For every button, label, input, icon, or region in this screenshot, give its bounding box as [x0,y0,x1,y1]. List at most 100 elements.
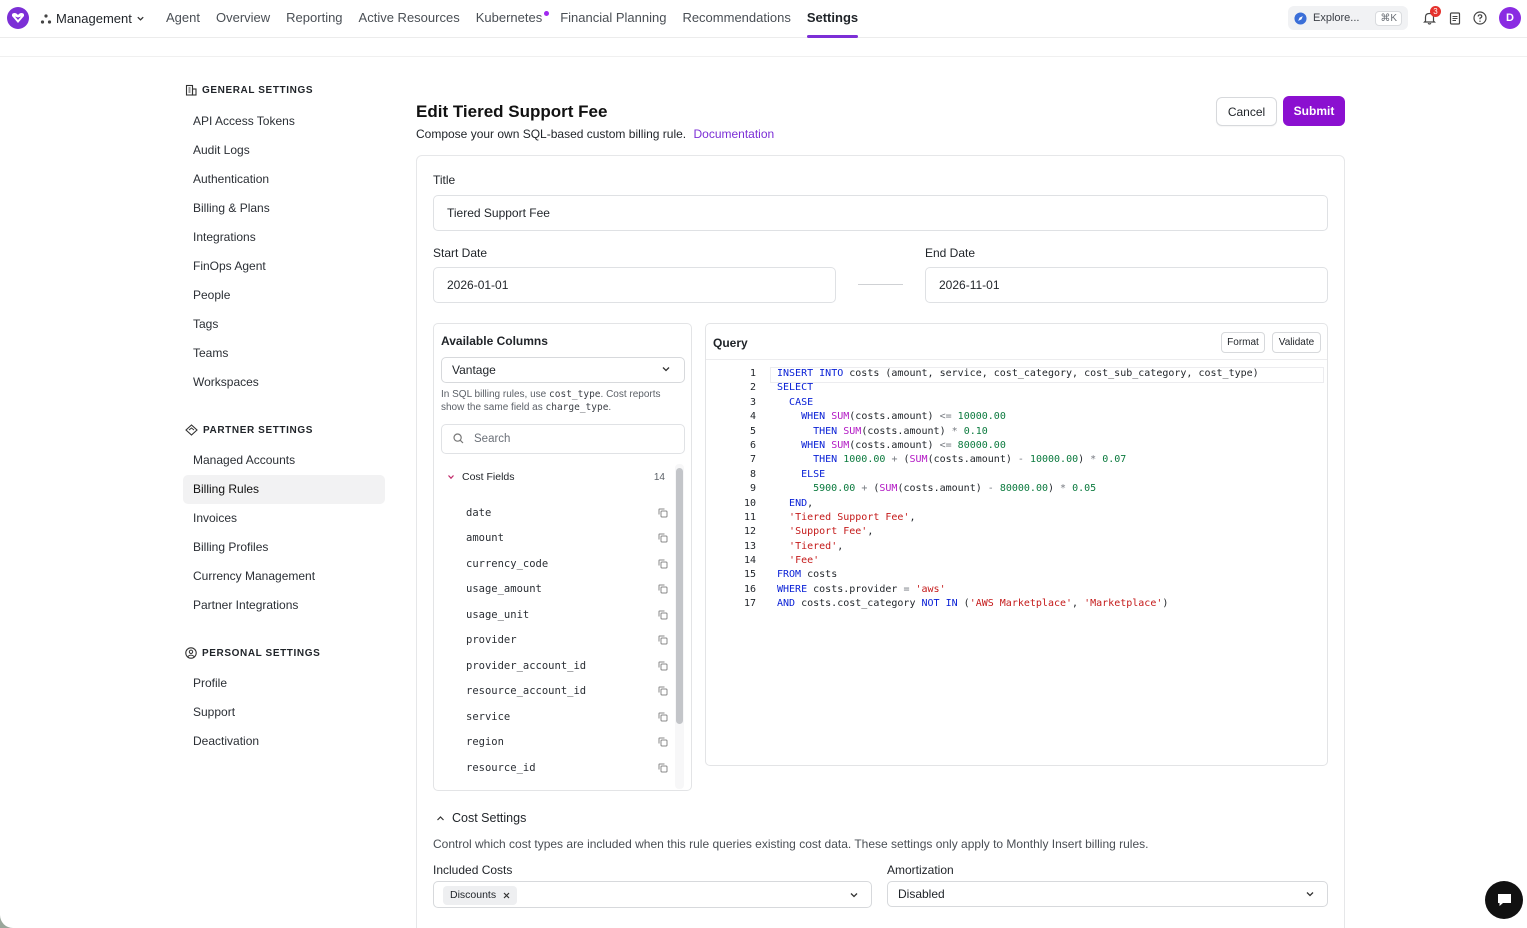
code-line[interactable]: 14 'Fee' [706,554,1327,568]
validate-button[interactable]: Validate [1272,332,1321,353]
sidebar-item-authentication[interactable]: Authentication [183,165,385,194]
sidebar-item-deactivation[interactable]: Deactivation [183,727,385,756]
nav-financial-planning[interactable]: Financial Planning [552,0,674,38]
nav-settings[interactable]: Settings [799,0,866,38]
sidebar-item-support[interactable]: Support [183,698,385,727]
sidebar-item-finops-agent[interactable]: FinOps Agent [183,252,385,281]
line-number: 17 [743,598,756,610]
column-field-item[interactable]: amount [466,526,668,552]
line-number: 7 [749,454,756,466]
code-line[interactable]: 3 CASE [706,396,1327,410]
column-field-item[interactable]: service [466,704,668,730]
code-line[interactable]: 6 WHEN SUM(costs.amount) <= 80000.00 [706,439,1327,453]
line-number: 1 [749,368,756,379]
code-line[interactable]: 17 AND costs.cost_category NOT IN ('AWS M… [706,597,1327,611]
fields-scrollbar[interactable] [676,468,683,724]
copy-icon[interactable] [658,584,668,594]
code-line[interactable]: 15 FROM costs [706,568,1327,582]
copy-icon[interactable] [658,737,668,747]
column-field-item[interactable]: resource_id [466,755,668,781]
remove-chip-icon[interactable] [503,892,510,899]
sidebar-item-managed-accounts[interactable]: Managed Accounts [183,446,385,475]
column-field-item[interactable]: usage_unit [466,602,668,628]
start-date-input[interactable]: 2026-01-01 [433,267,836,303]
column-field-item[interactable]: resource_account_id [466,679,668,705]
copy-icon[interactable] [658,508,668,518]
line-number: 5 [749,425,756,437]
code-line[interactable]: 2 SELECT [706,381,1327,395]
cost-fields-group[interactable]: Cost Fields 14 [447,471,665,483]
copy-icon[interactable] [658,763,668,773]
cancel-button[interactable]: Cancel [1216,97,1277,126]
code-line[interactable]: 4 WHEN SUM(costs.amount) <= 10000.00 [706,410,1327,424]
help-icon[interactable] [1472,10,1488,26]
personal-settings-heading: PERSONAL SETTINGS [185,643,385,663]
documentation-link[interactable]: Documentation [693,127,774,141]
column-field-item[interactable]: region [466,730,668,756]
format-button[interactable]: Format [1221,332,1265,353]
title-input[interactable]: Tiered Support Fee [433,195,1328,231]
column-field-item[interactable]: currency_code [466,551,668,577]
sidebar-item-partner-integrations[interactable]: Partner Integrations [183,591,385,620]
included-costs-select[interactable]: Discounts [433,881,872,908]
sidebar-item-tags[interactable]: Tags [183,310,385,339]
column-field-item[interactable]: provider_account_id [466,653,668,679]
top-navigation: Management Agent Overview Reporting Acti… [0,0,1527,38]
sidebar-item-audit-logs[interactable]: Audit Logs [183,136,385,165]
copy-icon[interactable] [658,635,668,645]
column-field-item[interactable]: date [466,500,668,526]
column-field-name: provider_account_id [466,659,587,672]
sidebar-item-billing-rules[interactable]: Billing Rules [183,475,385,504]
copy-icon[interactable] [658,559,668,569]
column-source-value: Vantage [452,363,496,377]
cost-settings-toggle[interactable]: Cost Settings [436,811,526,825]
code-line[interactable]: 9 5900.00 + (SUM(costs.amount) - 80000.0… [706,482,1327,496]
sidebar-item-teams[interactable]: Teams [183,339,385,368]
copy-icon[interactable] [658,661,668,671]
submit-button[interactable]: Submit [1283,96,1345,126]
code-line[interactable]: 10 END, [706,497,1327,511]
docs-icon[interactable] [1447,10,1463,26]
code-line[interactable]: 11 'Tiered Support Fee', [706,511,1327,525]
code-line[interactable]: 16 WHERE costs.provider = 'aws' [706,583,1327,597]
nav-recommendations[interactable]: Recommendations [674,0,798,38]
column-field-item[interactable]: usage_amount [466,577,668,603]
copy-icon[interactable] [658,712,668,722]
nav-reporting[interactable]: Reporting [278,0,350,38]
sql-code-editor[interactable]: 1 INSERT INTO costs (amount, service, cos… [706,367,1327,612]
sidebar-item-profile[interactable]: Profile [183,669,385,698]
user-avatar[interactable]: D [1499,7,1521,29]
nav-overview[interactable]: Overview [208,0,278,38]
amortization-select[interactable]: Disabled [887,881,1328,907]
copy-icon[interactable] [658,610,668,620]
explore-search-button[interactable]: Explore... ⌘K [1288,6,1408,30]
code-line[interactable]: 1 INSERT INTO costs (amount, service, cos… [706,367,1327,384]
sidebar-item-workspaces[interactable]: Workspaces [183,368,385,397]
code-line[interactable]: 7 THEN 1000.00 + (SUM(costs.amount) - 10… [706,453,1327,467]
nav-agent[interactable]: Agent [158,0,208,38]
code-line[interactable]: 12 'Support Fee', [706,525,1327,539]
column-source-select[interactable]: Vantage [441,357,685,383]
code-line[interactable]: 13 'Tiered', [706,540,1327,554]
nav-active-resources[interactable]: Active Resources [351,0,468,38]
nav-kubernetes[interactable]: Kubernetes [468,0,553,38]
code-line[interactable]: 8 ELSE [706,468,1327,482]
cost-fields-label: Cost Fields [462,471,515,483]
copy-icon[interactable] [658,533,668,543]
copy-icon[interactable] [658,686,668,696]
chat-support-button[interactable] [1485,881,1523,919]
column-search-input[interactable]: Search [441,424,685,454]
sidebar-item-billing-profiles[interactable]: Billing Profiles [183,533,385,562]
end-date-input[interactable]: 2026-11-01 [925,267,1328,303]
sidebar-item-api-access-tokens[interactable]: API Access Tokens [183,107,385,136]
vantage-logo-icon[interactable] [7,7,29,29]
sidebar-item-integrations[interactable]: Integrations [183,223,385,252]
sidebar-item-people[interactable]: People [183,281,385,310]
sidebar-item-currency-management[interactable]: Currency Management [183,562,385,591]
sidebar-item-invoices[interactable]: Invoices [183,504,385,533]
sidebar-item-billing-plans[interactable]: Billing & Plans [183,194,385,223]
code-text: INSERT INTO costs (amount, service, cost… [777,368,1259,379]
code-line[interactable]: 5 THEN SUM(costs.amount) * 0.10 [706,425,1327,439]
column-field-item[interactable]: provider [466,628,668,654]
workspace-switcher[interactable]: Management [40,11,145,26]
